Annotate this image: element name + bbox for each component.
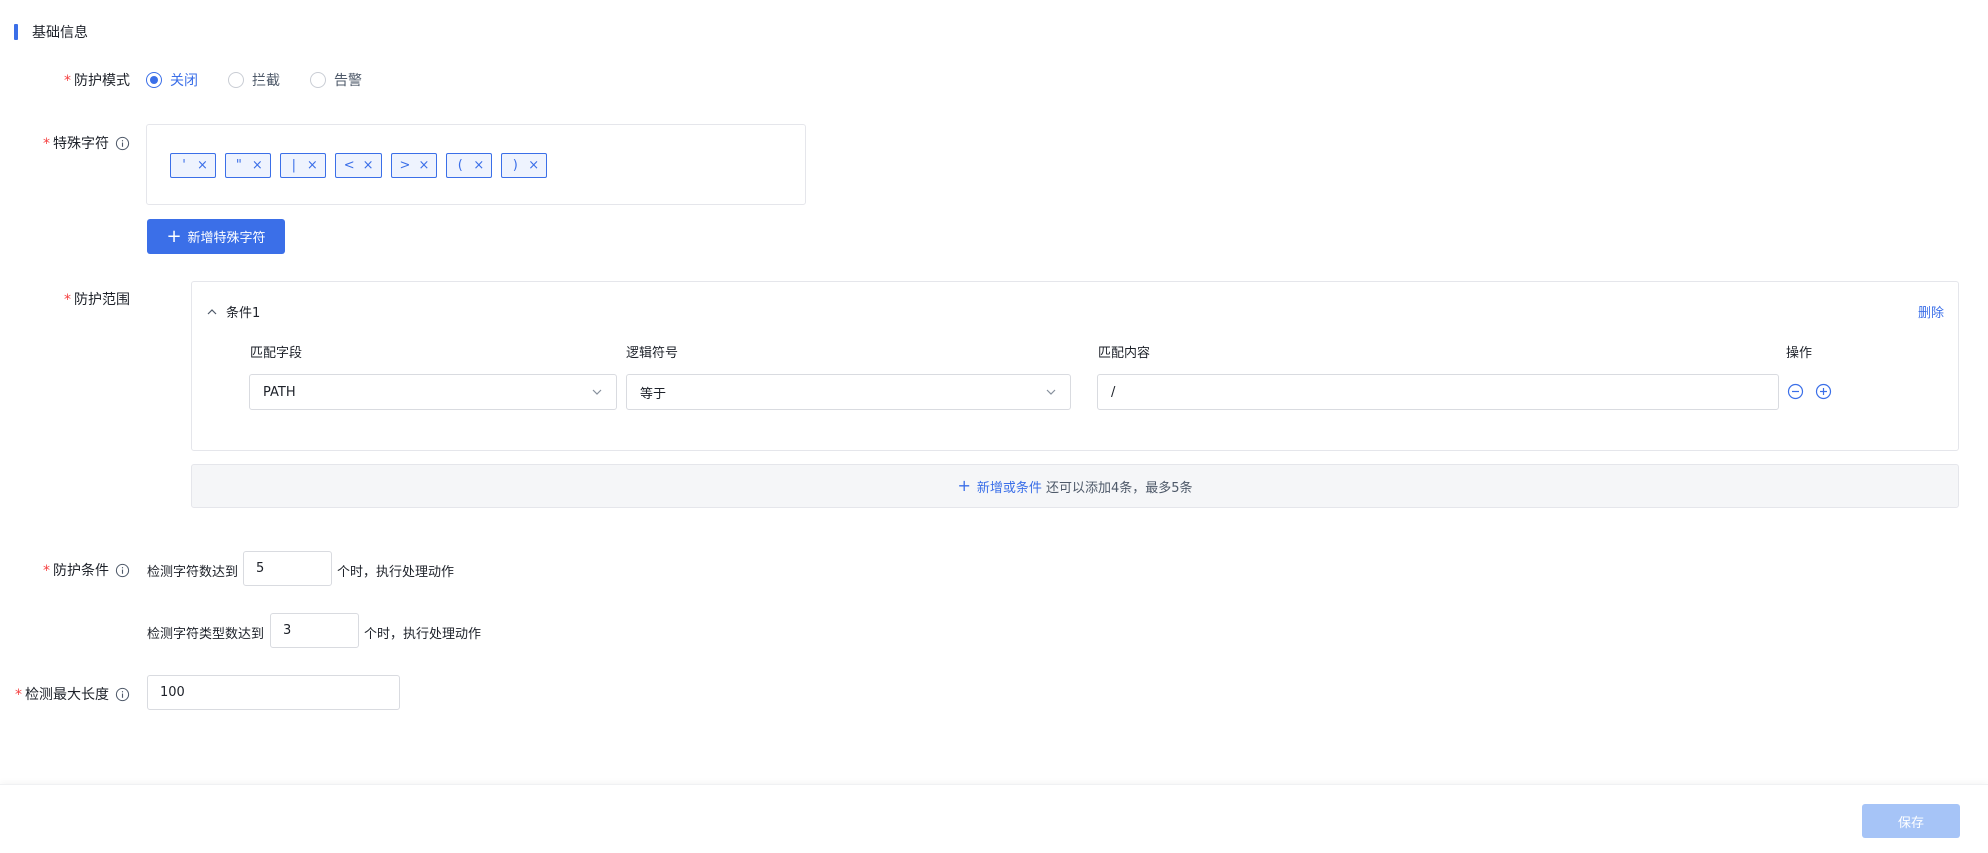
- save-button[interactable]: 保存: [1862, 804, 1960, 838]
- add-special-char-button[interactable]: + 新增特殊字符: [147, 219, 285, 254]
- match-field-select[interactable]: PATH: [249, 374, 617, 410]
- char-count-input[interactable]: 5: [243, 551, 332, 586]
- required-mark: *: [64, 292, 71, 308]
- select-value: 等于: [640, 386, 667, 402]
- radio-option-close[interactable]: 关闭: [146, 70, 198, 90]
- close-icon[interactable]: ×: [528, 158, 539, 173]
- radio-checked-icon: [146, 72, 162, 88]
- plus-circle-icon[interactable]: [1815, 383, 1832, 400]
- column-header-content: 匹配内容: [1098, 346, 1151, 361]
- required-mark: *: [15, 687, 22, 703]
- tag-list: ' × " × | × < × > × (× ) ×: [170, 153, 556, 178]
- input-value: 100: [160, 685, 185, 700]
- section-title: 基础信息: [32, 25, 88, 41]
- close-icon[interactable]: ×: [473, 158, 484, 173]
- info-circle-icon[interactable]: [115, 563, 130, 578]
- close-icon[interactable]: ×: [363, 158, 374, 173]
- char-count-prefix: 检测字符数达到: [147, 565, 239, 580]
- plus-icon: +: [166, 225, 182, 247]
- radio-unchecked-icon: [310, 72, 326, 88]
- char-type-count-prefix: 检测字符类型数达到: [147, 627, 265, 642]
- condition-title: 条件1: [226, 306, 261, 321]
- max-length-input[interactable]: 100: [147, 675, 400, 710]
- protect-mode-label: * 防护模式: [64, 73, 130, 89]
- close-icon[interactable]: ×: [418, 158, 429, 173]
- required-mark: *: [64, 73, 71, 89]
- plus-icon: +: [957, 476, 971, 495]
- condition-collapse-toggle[interactable]: 条件1: [206, 302, 260, 321]
- delete-condition-link[interactable]: 删除: [1918, 302, 1944, 321]
- input-value: /: [1111, 384, 1116, 400]
- radio-unchecked-icon: [228, 72, 244, 88]
- tag-close-paren: ) ×: [501, 153, 548, 178]
- required-mark: *: [43, 136, 50, 152]
- tag-text: ': [182, 158, 186, 173]
- close-icon[interactable]: ×: [307, 158, 318, 173]
- info-circle-icon[interactable]: [115, 687, 130, 702]
- tag-text: >: [399, 158, 411, 173]
- chevron-down-icon: [592, 389, 602, 395]
- add-or-condition-bar: + 新增或条件 还可以添加4条，最多5条: [191, 464, 1959, 508]
- chevron-down-icon: [1046, 389, 1056, 395]
- button-label: 新增特殊字符: [187, 231, 266, 246]
- column-header-field: 匹配字段: [250, 346, 303, 361]
- radio-label: 关闭: [170, 73, 198, 89]
- select-value: PATH: [263, 384, 296, 400]
- close-icon[interactable]: ×: [197, 158, 208, 173]
- tag-greater-than: > ×: [390, 153, 438, 178]
- radio-option-block[interactable]: 拦截: [228, 70, 280, 90]
- input-value: 5: [256, 561, 265, 576]
- info-circle-icon[interactable]: [115, 136, 130, 151]
- add-or-condition-label: 新增或条件: [976, 480, 1042, 496]
- chevron-up-icon: [207, 308, 217, 314]
- close-icon[interactable]: ×: [252, 158, 263, 173]
- max-length-label: * 检测最大长度: [8, 684, 130, 704]
- condition-card: 条件1 删除 匹配字段 逻辑符号 匹配内容 操作 PATH 等于 /: [191, 281, 1959, 451]
- special-chars-label: * 特殊字符: [38, 133, 130, 153]
- radio-label: 告警: [334, 73, 362, 89]
- protect-mode-radio-group: 关闭 拦截 告警: [146, 70, 392, 90]
- add-or-condition-hint: 还可以添加4条，最多5条: [1045, 480, 1193, 496]
- add-or-condition-button[interactable]: + 新增或条件: [958, 477, 1042, 496]
- tag-single-quote: ' ×: [170, 153, 216, 178]
- minus-circle-icon[interactable]: [1787, 383, 1804, 400]
- char-count-suffix: 个时，执行处理动作: [337, 565, 455, 580]
- input-value: 3: [283, 623, 292, 638]
- column-header-action: 操作: [1786, 346, 1813, 361]
- tag-text: |: [291, 158, 296, 173]
- tag-text: (: [457, 158, 463, 173]
- tag-text: ): [512, 158, 518, 173]
- tag-text: <: [343, 158, 355, 173]
- radio-label: 拦截: [252, 73, 280, 89]
- radio-option-alert[interactable]: 告警: [310, 70, 362, 90]
- footer-bar: 保存: [0, 784, 1988, 853]
- special-chars-tag-box[interactable]: ' × " × | × < × > × (× ) ×: [146, 124, 806, 205]
- tag-open-paren: (×: [446, 153, 493, 178]
- tag-less-than: < ×: [334, 153, 382, 178]
- section-accent-bar: [14, 24, 18, 40]
- logic-operator-select[interactable]: 等于: [626, 374, 1071, 410]
- char-type-count-input[interactable]: 3: [270, 613, 359, 648]
- tag-double-quote: " ×: [224, 153, 271, 178]
- protect-scope-label: * 防护范围: [64, 292, 130, 308]
- tag-pipe: | ×: [279, 153, 326, 178]
- tag-text: ": [235, 158, 242, 173]
- column-header-logic: 逻辑符号: [626, 346, 679, 361]
- required-mark: *: [43, 563, 50, 579]
- char-type-count-suffix: 个时，执行处理动作: [364, 627, 482, 642]
- match-content-input[interactable]: /: [1097, 374, 1779, 410]
- protect-condition-label: * 防护条件: [38, 560, 130, 580]
